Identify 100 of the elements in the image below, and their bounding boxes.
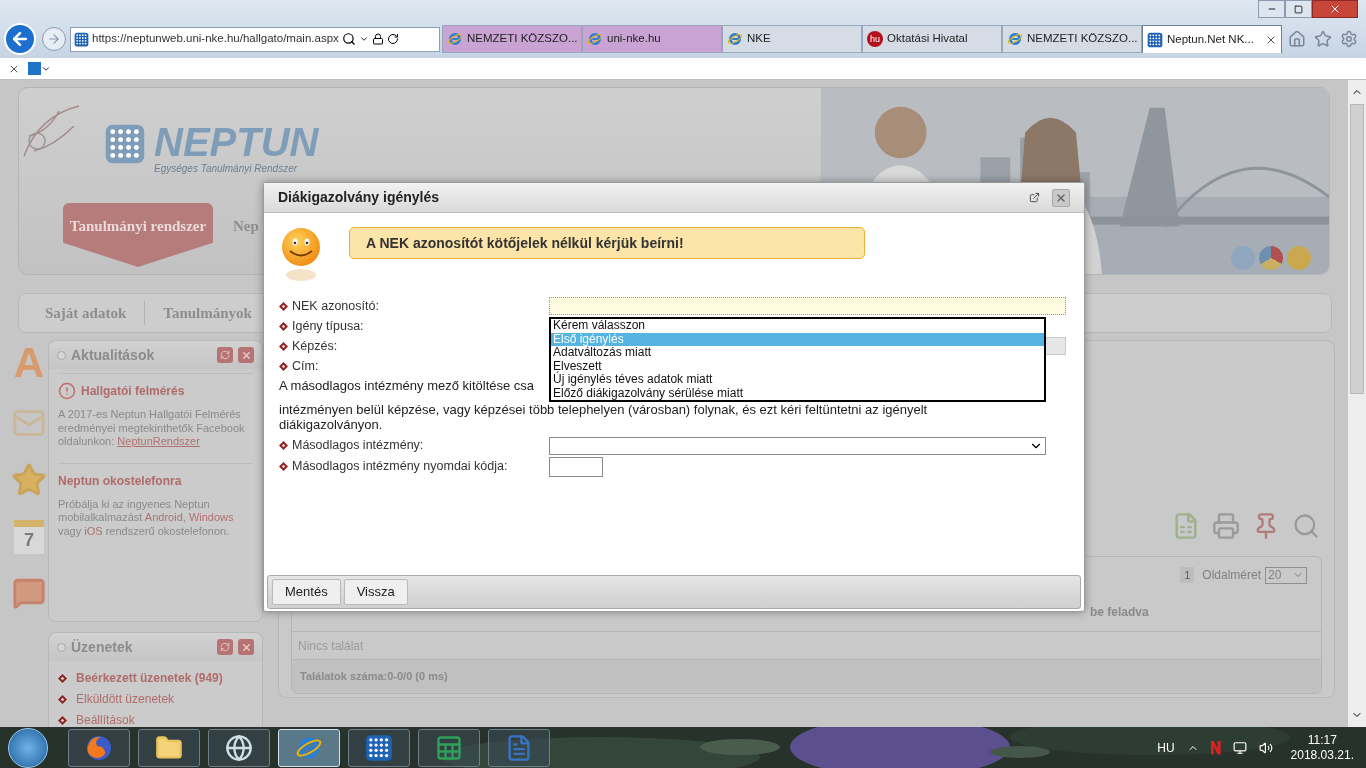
- field-label: Másodlagos intézmény nyomdai kódja:: [292, 458, 508, 476]
- news-text: A 2017-es Neptun Hallgatói Felmérés eredményei megtekinthetők Facebook oldalunkon: NeptunRendszer: [58, 408, 246, 449]
- scroll-thumb[interactable]: [1350, 104, 1364, 394]
- close-button[interactable]: [238, 639, 254, 655]
- popout-icon[interactable]: [1029, 192, 1040, 203]
- site-icon: [74, 31, 89, 47]
- print-icon[interactable]: [1212, 512, 1240, 540]
- volume-icon[interactable]: [1258, 740, 1273, 755]
- app-tray-icon[interactable]: [1210, 740, 1221, 755]
- smiley-icon: [279, 227, 323, 283]
- browser-tab[interactable]: NEMZETI KÖZSZO...: [442, 25, 582, 53]
- refresh-icon: [386, 33, 399, 45]
- bullet-icon: [279, 301, 288, 311]
- bullet-icon: [279, 441, 288, 450]
- tab-label: NKE: [747, 31, 771, 47]
- news-title[interactable]: Hallgatói felmérés: [81, 382, 185, 400]
- taskbar-app[interactable]: [138, 728, 200, 767]
- bullet-icon: [58, 715, 67, 725]
- bullet-icon: [279, 462, 288, 471]
- tab-label: uni-nke.hu: [607, 31, 661, 47]
- taskbar-app[interactable]: [348, 728, 410, 767]
- settings-icon[interactable]: [1340, 30, 1358, 48]
- field-label: Képzés:: [292, 337, 338, 355]
- close-button[interactable]: [238, 347, 254, 363]
- browser-e-icon: [727, 31, 743, 47]
- main-tab[interactable]: Tanulmányi rendszer: [63, 203, 213, 267]
- address-text: https://neptunweb.uni-nke.hu/hallgato/main.aspx: [92, 31, 339, 47]
- refresh-button[interactable]: [217, 347, 233, 363]
- page-number[interactable]: 1: [1180, 566, 1195, 584]
- taskbar-app[interactable]: [208, 728, 270, 767]
- spreadsheet-icon: [435, 733, 463, 762]
- browser-tab[interactable]: NKE: [722, 25, 862, 53]
- note-text: intézményen belül képzése, vagy képzései több telephelyen (városban) folynak, és ezt kéri feltüntetni az igényelt diákigazolványon.: [279, 402, 929, 432]
- browser-tab[interactable]: NEMZETI KÖZSZO...: [1002, 25, 1142, 53]
- dropdown-option[interactable]: Előző diákigazolvány sérülése miatt: [551, 386, 1044, 400]
- star-icon[interactable]: [11, 462, 47, 498]
- close-button[interactable]: [1052, 188, 1070, 207]
- field-label: Másodlagos intézmény:: [292, 437, 424, 455]
- back-button[interactable]: [4, 23, 36, 55]
- clock[interactable]: 11:17 2018.03.21.: [1290, 732, 1354, 763]
- folder-icon: [155, 733, 183, 762]
- favorites-icon[interactable]: [1314, 30, 1332, 48]
- link[interactable]: NeptunRendszer: [117, 435, 200, 447]
- page-size-select[interactable]: 20: [1265, 566, 1307, 584]
- dropdown-option[interactable]: Adatváltozás miatt: [551, 346, 1044, 360]
- site-badge-icon: hu: [867, 31, 883, 47]
- dropdown-list[interactable]: Kérem válasszon Első igénylés Adatváltozás miatt Elveszett Új igénylés téves adatok miatt Előző diákigazolvány sérülése miatt: [549, 317, 1046, 402]
- address-field[interactable]: https://neptunweb.uni-nke.hu/hallgato/main.aspx: [70, 26, 440, 52]
- tab-label: NEMZETI KÖZSZO...: [1027, 31, 1138, 47]
- link[interactable]: Android: [144, 511, 183, 523]
- forward-button[interactable]: [42, 27, 66, 51]
- bullet-icon: [58, 694, 67, 704]
- dialog-title: Diákigazolvány igénylés: [278, 188, 440, 207]
- maximize-button[interactable]: [1285, 0, 1312, 18]
- panel-title: Aktualitások: [71, 345, 155, 365]
- calendar-icon[interactable]: 7: [14, 520, 44, 554]
- search-icon: [341, 32, 356, 46]
- neptun-logo-icon: [104, 123, 146, 165]
- hint-bubble: A NEK azonosítót kötőjelek nélkül kérjük beírni!: [349, 227, 865, 259]
- refresh-button[interactable]: [217, 639, 233, 655]
- dropdown-option[interactable]: Első igénylés: [551, 332, 1044, 346]
- link[interactable]: Windows: [188, 511, 234, 523]
- search-icon[interactable]: [1292, 512, 1320, 540]
- browser-tab[interactable]: Neptun.Net NK...: [1142, 25, 1282, 53]
- field-label: Igény típusa:: [292, 317, 364, 335]
- refresh-icon: [220, 642, 230, 652]
- institution-select[interactable]: [549, 436, 1046, 455]
- site-tagline: Egységes Tanulmányi Rendszer: [154, 162, 299, 176]
- text-field[interactable]: [549, 297, 1066, 315]
- dialog-button[interactable]: Mentés: [272, 579, 341, 605]
- language-indicator[interactable]: HU: [1157, 738, 1175, 757]
- tab-label: NEMZETI KÖZSZO...: [467, 31, 578, 47]
- link[interactable]: iOS: [84, 524, 103, 537]
- neptun-icon: [365, 733, 393, 762]
- message-folder-link[interactable]: Beérkezett üzenetek (949): [76, 671, 223, 685]
- minimize-button[interactable]: [1258, 0, 1285, 18]
- browser-tab[interactable]: hu Oktatási Hivatal: [862, 25, 1002, 53]
- bullet-icon: [279, 321, 288, 331]
- menu-item[interactable]: Saját adatok: [27, 301, 145, 325]
- bullet-icon: [58, 673, 67, 683]
- tab-label: Oktatási Hivatal: [887, 31, 968, 47]
- home-icon[interactable]: [1288, 30, 1306, 48]
- scrollbar[interactable]: [1348, 80, 1366, 727]
- chat-icon[interactable]: [12, 576, 46, 610]
- alert-icon: [58, 382, 76, 400]
- message-folder-link[interactable]: Beállítások: [76, 713, 135, 727]
- close-icon: [1055, 191, 1067, 204]
- browser-e-icon: [587, 31, 603, 47]
- browser-tab[interactable]: uni-nke.hu: [582, 25, 722, 53]
- refresh-icon: [220, 350, 230, 360]
- message-folder-link[interactable]: Elküldött üzenetek: [76, 692, 175, 706]
- close-icon: [240, 349, 252, 361]
- dropdown-option[interactable]: Kérem válasszon: [551, 319, 1044, 333]
- network-icon[interactable]: [1232, 740, 1247, 755]
- news-title[interactable]: Neptun okostelefonra: [58, 471, 182, 490]
- dialog-button[interactable]: Vissza: [343, 579, 408, 605]
- dropdown-option[interactable]: Új igénylés téves adatok miatt: [551, 373, 1044, 387]
- code-field[interactable]: [549, 456, 603, 477]
- web-slice-icon[interactable]: [28, 62, 51, 75]
- caret-icon: [358, 34, 369, 44]
